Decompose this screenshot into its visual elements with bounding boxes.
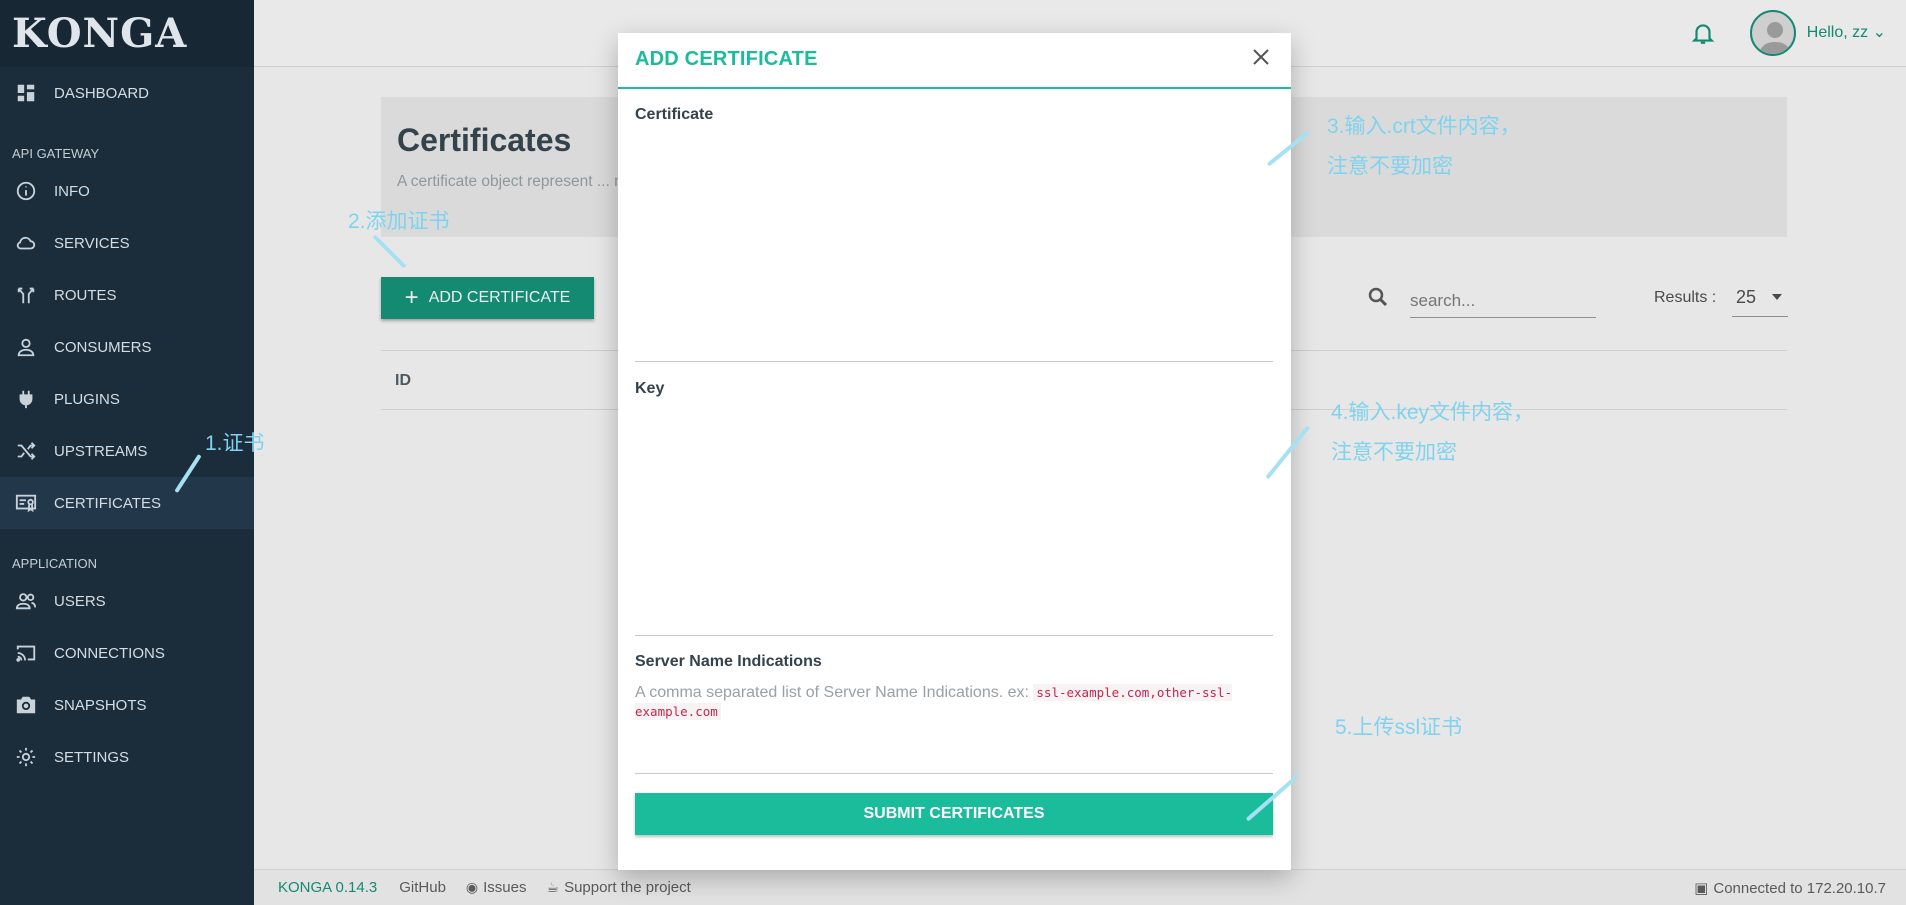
users-icon	[14, 589, 38, 613]
person-icon	[14, 335, 38, 359]
brand-logo[interactable]: KONGA	[0, 0, 254, 67]
sidebar-item-routes[interactable]: ROUTES	[0, 269, 254, 321]
sidebar-item-certificates[interactable]: CERTIFICATES	[0, 477, 254, 529]
dashboard-icon	[14, 81, 38, 105]
sni-hint: A comma separated list of Server Name In…	[635, 683, 1275, 721]
plus-icon: +	[404, 284, 419, 311]
github-link[interactable]: GitHub	[399, 879, 446, 896]
sidebar-item-dashboard[interactable]: DASHBOARD	[0, 67, 254, 119]
results-value: 25	[1736, 287, 1757, 307]
annotation-3-line1: 3.输入.crt文件内容，	[1327, 115, 1521, 138]
sidebar-item-label: PLUGINS	[54, 390, 120, 408]
sidebar-item-label: SERVICES	[54, 234, 130, 252]
cloud-icon	[14, 231, 38, 255]
annotation-3-line2: 注意不要加密	[1327, 155, 1453, 178]
key-label: Key	[635, 380, 665, 397]
sidebar-item-label: CONSUMERS	[54, 338, 152, 356]
table-header-id: ID	[395, 372, 411, 389]
bell-icon[interactable]	[1690, 20, 1716, 46]
avatar[interactable]	[1750, 10, 1796, 56]
coffee-icon: ☕	[546, 879, 560, 895]
add-certificate-button[interactable]: + ADD CERTIFICATE	[381, 277, 594, 319]
results-per-page-select[interactable]: 25	[1732, 281, 1788, 317]
annotation-4-line2: 注意不要加密	[1331, 441, 1457, 464]
sidebar-item-label: USERS	[54, 592, 106, 610]
support-label: Support the project	[564, 879, 691, 896]
shuffle-icon	[14, 439, 38, 463]
issues-label: Issues	[483, 879, 527, 896]
bug-icon: ◉	[465, 879, 479, 895]
sni-hint-text: A comma separated list of Server Name In…	[635, 684, 1034, 701]
support-link[interactable]: ☕ Support the project	[547, 879, 691, 896]
sidebar-item-label: CONNECTIONS	[54, 644, 165, 662]
add-certificate-modal: ADD CERTIFICATE Certificate Key Server N…	[618, 33, 1291, 870]
close-icon[interactable]	[1249, 45, 1273, 69]
sidebar-item-label: DASHBOARD	[54, 84, 150, 102]
key-textarea[interactable]	[635, 407, 1273, 636]
sni-label: Server Name Indications	[635, 653, 822, 670]
sidebar-item-info[interactable]: INFO	[0, 165, 254, 217]
cast-icon	[14, 641, 38, 665]
caret-down-icon	[1772, 294, 1782, 300]
certificate-icon	[14, 491, 38, 515]
sidebar-item-snapshots[interactable]: SNAPSHOTS	[0, 679, 254, 731]
sidebar-item-plugins[interactable]: PLUGINS	[0, 373, 254, 425]
routes-icon	[14, 283, 38, 307]
sidebar-item-connections[interactable]: CONNECTIONS	[0, 627, 254, 679]
results-label: Results :	[1654, 289, 1717, 306]
gear-icon	[14, 745, 38, 769]
annotation-2: 2.添加证书	[348, 210, 450, 233]
sidebar-item-settings[interactable]: SETTINGS	[0, 731, 254, 783]
info-icon	[14, 179, 38, 203]
sidebar-item-label: SNAPSHOTS	[54, 696, 147, 714]
annotation-5: 5.上传ssl证书	[1335, 716, 1463, 739]
footer: KONGA 0.14.3 GitHub ◉ Issues ☕ Support the…	[254, 869, 1906, 905]
annotation-4-line1: 4.输入.key文件内容，	[1331, 401, 1535, 424]
user-greeting[interactable]: Hello, zz ⌄	[1807, 22, 1886, 42]
submit-certificates-button[interactable]: SUBMIT CERTIFICATES	[635, 793, 1273, 835]
search-input[interactable]	[1410, 284, 1596, 318]
certificate-label: Certificate	[635, 106, 714, 123]
modal-header: ADD CERTIFICATE	[618, 33, 1291, 89]
sidebar-item-label: INFO	[54, 182, 90, 200]
annotation-1: 1.证书	[205, 432, 265, 455]
issues-link[interactable]: ◉ Issues	[466, 879, 527, 896]
connection-label: Connected to 172.20.10.7	[1713, 879, 1886, 897]
certificate-textarea[interactable]	[635, 133, 1273, 362]
plug-icon	[14, 387, 38, 411]
sidebar-item-label: CERTIFICATES	[54, 494, 161, 512]
sidebar-item-consumers[interactable]: CONSUMERS	[0, 321, 254, 373]
sidebar-item-services[interactable]: SERVICES	[0, 217, 254, 269]
cast-icon: ▣	[1694, 880, 1709, 897]
version-label: KONGA 0.14.3	[278, 879, 378, 896]
camera-icon	[14, 693, 38, 717]
section-api-gateway: API GATEWAY	[12, 146, 100, 161]
github-label: GitHub	[399, 879, 446, 896]
page-title: Certificates	[397, 122, 572, 158]
sidebar-item-label: UPSTREAMS	[54, 442, 148, 460]
search-icon	[1366, 285, 1390, 309]
chevron-down-icon: ⌄	[1872, 24, 1886, 41]
sni-input[interactable]	[635, 733, 1273, 774]
add-certificate-label: ADD CERTIFICATE	[428, 289, 571, 306]
modal-title: ADD CERTIFICATE	[635, 48, 818, 70]
sidebar-item-users[interactable]: USERS	[0, 575, 254, 627]
section-application: APPLICATION	[12, 556, 98, 571]
sidebar-item-label: SETTINGS	[54, 748, 130, 766]
sidebar-item-label: ROUTES	[54, 286, 117, 304]
connection-status: ▣ Connected to 172.20.10.7	[1694, 879, 1886, 898]
